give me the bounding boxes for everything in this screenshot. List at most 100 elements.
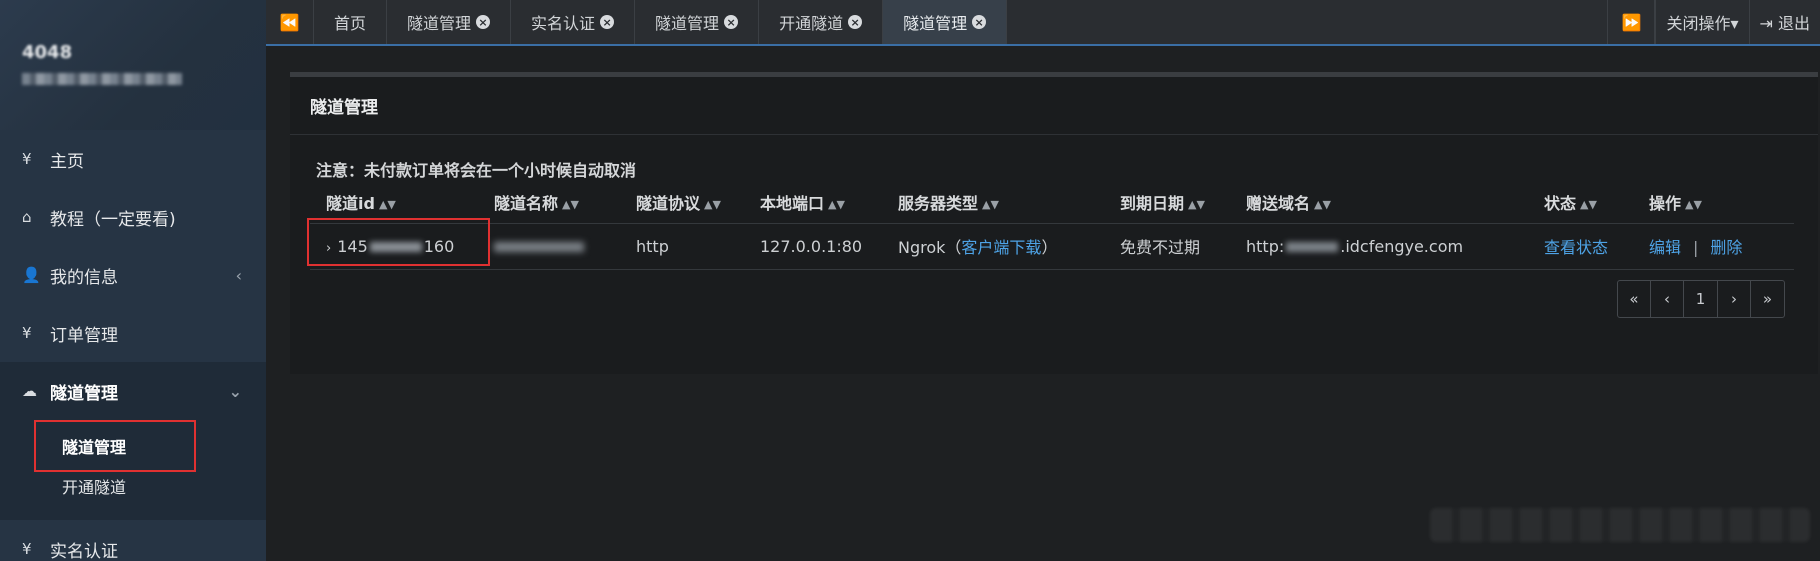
close-icon[interactable]: × xyxy=(724,15,739,29)
scroll-tabs-right-button[interactable]: ⏩ xyxy=(1607,0,1656,44)
col-header-tunnel-name[interactable]: 隧道名称 ▲▼ xyxy=(478,181,620,224)
sidebar-item-tunnel-management[interactable]: ☁ 隧道管理 ⌄ xyxy=(0,362,266,420)
cell-local-port: 127.0.0.1:80 xyxy=(744,223,882,270)
sidebar-item-label: 订单管理 xyxy=(50,325,118,346)
view-status-link[interactable]: 查看状态 xyxy=(1544,238,1608,257)
sort-icon: ▲▼ xyxy=(378,197,396,211)
cloud-icon: ☁ xyxy=(22,382,37,400)
col-header-tunnel-id[interactable]: 隧道id ▲▼ xyxy=(310,181,478,224)
sidebar: 4048 ¥ 主页 ⌂ 教程（一定要看) 👤 我的信息 ‹ ¥ 订单管理 ☁ 隧… xyxy=(0,0,266,561)
backward-icon: ⏪ xyxy=(279,12,300,32)
cell-tunnel-name xyxy=(478,223,620,270)
sidebar-nav: ¥ 主页 ⌂ 教程（一定要看) 👤 我的信息 ‹ ¥ 订单管理 ☁ 隧道管理 ⌄ xyxy=(0,130,266,561)
unpaid-order-notice: 注意：未付款订单将会在一个小时候自动取消 xyxy=(316,161,637,180)
col-header-status[interactable]: 状态 ▲▼ xyxy=(1528,181,1633,224)
sidebar-item-label: 隧道管理 xyxy=(50,383,118,404)
tab-real-name[interactable]: 实名认证 × xyxy=(511,0,636,44)
forward-icon: ⏩ xyxy=(1621,12,1642,32)
tab-tunnel-management[interactable]: 隧道管理 × xyxy=(635,0,760,44)
chevron-right-icon[interactable]: › xyxy=(326,241,331,256)
close-operations-label: 关闭操作▾ xyxy=(1666,14,1739,33)
logout-label: ⇥ 退出 xyxy=(1759,14,1811,33)
page-prev-button[interactable]: ‹ xyxy=(1651,281,1684,317)
redacted-block xyxy=(494,242,584,252)
yen-icon: ¥ xyxy=(22,540,32,558)
tunnel-table: 隧道id ▲▼ 隧道名称 ▲▼ 隧道协议 ▲▼ 本地端口 ▲▼ 服务器类型 ▲▼ 到期日期… xyxy=(310,181,1794,270)
close-icon[interactable]: × xyxy=(972,15,987,29)
tab-tunnel-management[interactable]: 隧道管理 × xyxy=(387,0,512,44)
sidebar-item-label: 实名认证 xyxy=(50,541,118,561)
cell-expiry: 免费不过期 xyxy=(1104,223,1230,270)
panel-title: 隧道管理 xyxy=(290,77,1818,135)
scroll-tabs-left-button[interactable]: ⏪ xyxy=(266,0,314,44)
sidebar-item-my-info[interactable]: 👤 我的信息 ‹ xyxy=(0,246,266,304)
client-download-link[interactable]: 客户端下载 xyxy=(961,238,1041,257)
logout-button[interactable]: ⇥ 退出 xyxy=(1748,0,1820,44)
delete-link[interactable]: 删除 xyxy=(1710,238,1742,257)
edit-link[interactable]: 编辑 xyxy=(1649,238,1681,257)
tab-label: 实名认证 xyxy=(531,14,596,33)
col-header-expiry[interactable]: 到期日期 ▲▼ xyxy=(1104,181,1230,224)
col-header-server-type[interactable]: 服务器类型 ▲▼ xyxy=(882,181,1104,224)
sidebar-item-orders[interactable]: ¥ 订单管理 xyxy=(0,304,266,362)
page-last-button[interactable]: » xyxy=(1751,281,1784,317)
tab-open-tunnel[interactable]: 开通隧道 × xyxy=(759,0,884,44)
home-icon: ⌂ xyxy=(22,208,32,226)
page-number-button[interactable]: 1 xyxy=(1684,281,1718,317)
cell-tunnel-id[interactable]: › 145 160 xyxy=(310,223,478,270)
chevron-down-icon: ⌄ xyxy=(228,381,242,401)
tab-bar: ⏪ 首页 隧道管理 × 实名认证 × 隧道管理 × 开通隧道 × 隧道管理 × … xyxy=(266,0,1820,46)
pagination: « ‹ 1 › » xyxy=(1617,280,1785,318)
sort-icon: ▲▼ xyxy=(704,197,721,211)
table-header-row: 隧道id ▲▼ 隧道名称 ▲▼ 隧道协议 ▲▼ 本地端口 ▲▼ 服务器类型 ▲▼ 到期日期… xyxy=(310,181,1794,224)
table-row: › 145 160 http 127.0.0.1:80 Ngrok（客户端下载） 免… xyxy=(310,223,1794,270)
cell-domain: http: .idcfengye.com xyxy=(1230,223,1528,270)
user-icon: 👤 xyxy=(22,266,41,284)
tab-label: 隧道管理 xyxy=(407,14,472,33)
yen-icon: ¥ xyxy=(22,150,32,168)
sidebar-subitem-open-tunnel[interactable]: 开通隧道 xyxy=(0,466,266,506)
sidebar-item-label: 我的信息 xyxy=(50,267,118,288)
sidebar-subitem-label: 隧道管理 xyxy=(62,438,127,457)
tunnel-panel: 隧道管理 注意：未付款订单将会在一个小时候自动取消 隧道id ▲▼ 隧道名称 ▲▼ … xyxy=(290,72,1818,374)
user-email-redacted xyxy=(22,73,182,85)
sidebar-subitem-tunnel-management[interactable]: 隧道管理 xyxy=(0,426,266,466)
close-icon[interactable]: × xyxy=(600,15,615,29)
sort-icon: ▲▼ xyxy=(1188,197,1205,211)
sort-icon: ▲▼ xyxy=(982,197,999,211)
watermark xyxy=(1430,508,1810,542)
tab-label: 开通隧道 xyxy=(779,14,844,33)
page-next-button[interactable]: › xyxy=(1718,281,1751,317)
sort-icon: ▲▼ xyxy=(828,197,845,211)
col-header-local-port[interactable]: 本地端口 ▲▼ xyxy=(744,181,882,224)
chevron-left-icon: ‹ xyxy=(235,265,242,285)
page-first-button[interactable]: « xyxy=(1618,281,1651,317)
redacted-block xyxy=(1286,242,1339,252)
col-header-domain[interactable]: 赠送域名 ▲▼ xyxy=(1230,181,1528,224)
tab-label: 首页 xyxy=(334,14,367,33)
cell-protocol: http xyxy=(620,223,744,270)
cell-status: 查看状态 xyxy=(1528,223,1633,270)
col-header-actions[interactable]: 操作 ▲▼ xyxy=(1633,181,1794,224)
sidebar-subitem-label: 开通隧道 xyxy=(62,478,127,497)
close-icon[interactable]: × xyxy=(848,15,863,29)
sort-icon: ▲▼ xyxy=(1580,197,1597,211)
cell-actions: 编辑 | 删除 xyxy=(1633,223,1794,270)
user-name: 4048 xyxy=(22,42,73,63)
sidebar-item-tutorial[interactable]: ⌂ 教程（一定要看) xyxy=(0,188,266,246)
sort-icon: ▲▼ xyxy=(562,197,579,211)
close-icon[interactable]: × xyxy=(476,15,491,29)
sidebar-item-real-name[interactable]: ¥ 实名认证 xyxy=(0,520,266,561)
tab-tunnel-management-active[interactable]: 隧道管理 × xyxy=(883,0,1008,44)
user-profile: 4048 xyxy=(0,0,266,130)
sidebar-group-tunnels: ☁ 隧道管理 ⌄ 隧道管理 开通隧道 xyxy=(0,362,266,520)
tab-label: 隧道管理 xyxy=(903,14,968,33)
redacted-block xyxy=(369,242,422,252)
tab-bar-spacer xyxy=(1007,0,1607,44)
col-header-protocol[interactable]: 隧道协议 ▲▼ xyxy=(620,181,744,224)
tab-home[interactable]: 首页 xyxy=(314,0,388,44)
sidebar-item-label: 教程（一定要看) xyxy=(50,209,176,230)
sort-icon: ▲▼ xyxy=(1685,197,1702,211)
sidebar-item-home[interactable]: ¥ 主页 xyxy=(0,130,266,188)
close-operations-dropdown[interactable]: 关闭操作▾ xyxy=(1655,0,1748,44)
